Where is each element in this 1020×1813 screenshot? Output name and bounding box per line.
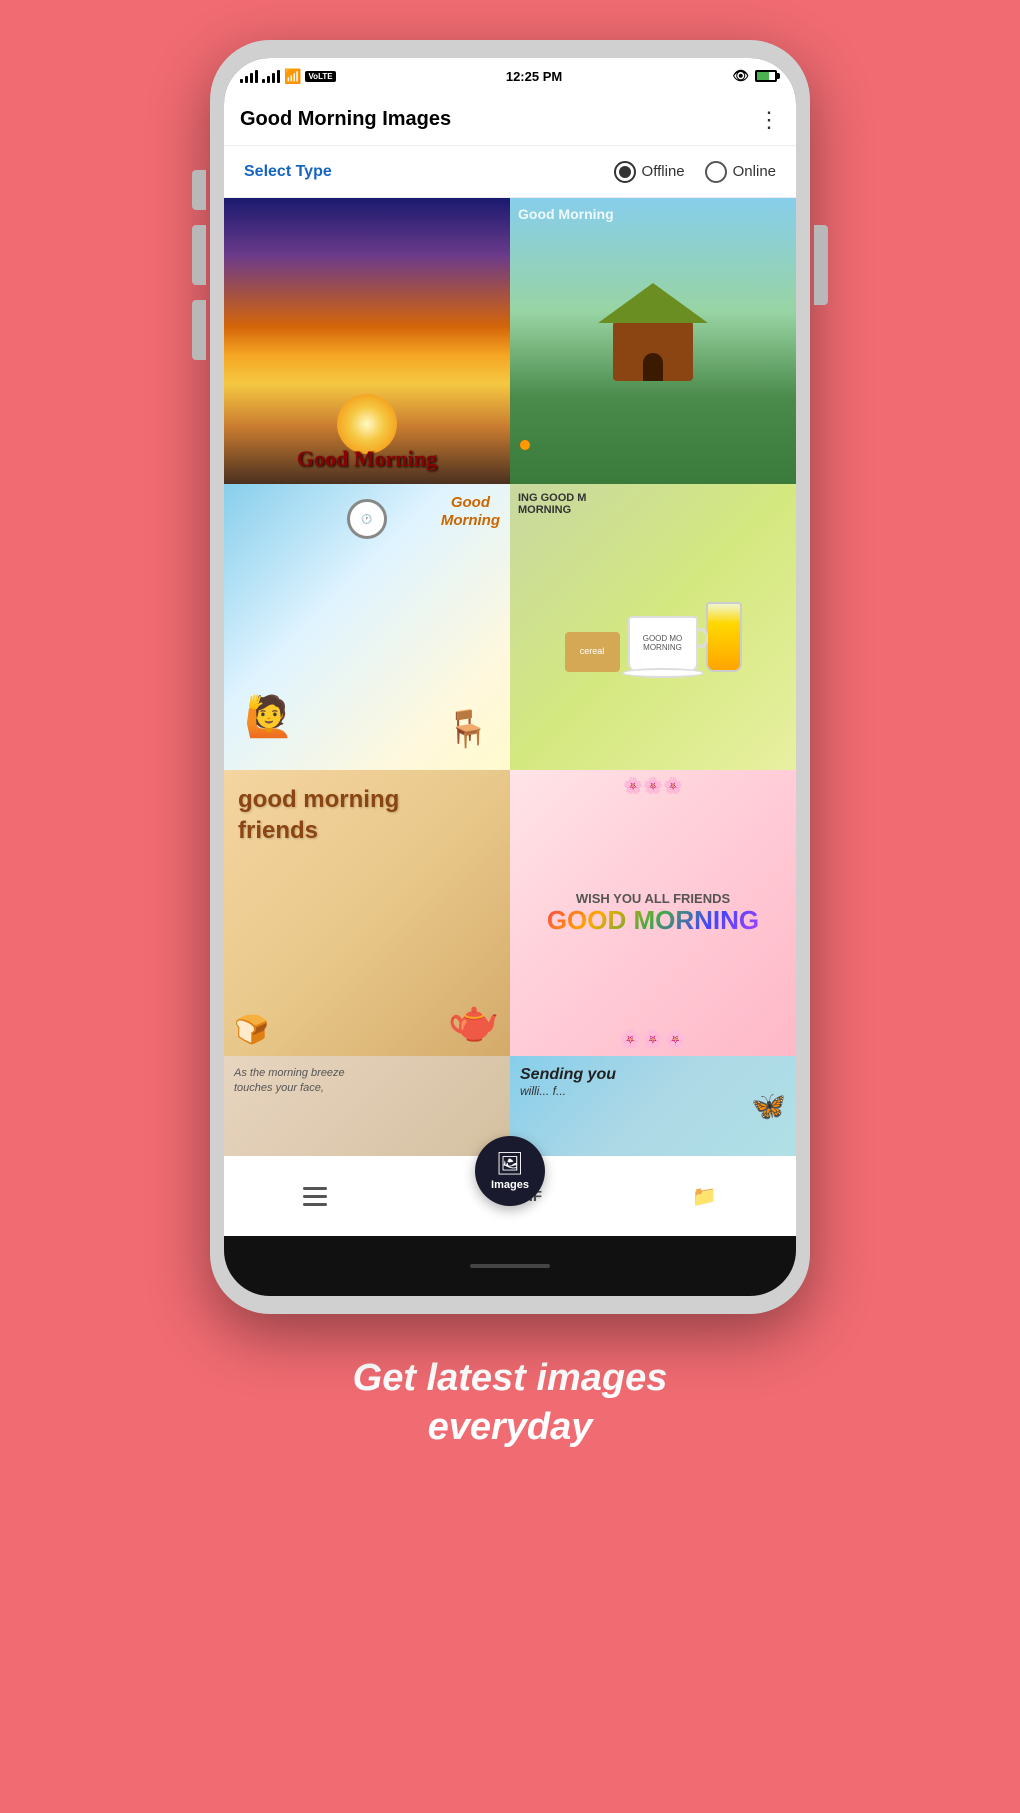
home-bar — [470, 1264, 550, 1268]
cottage-shape — [613, 321, 693, 381]
download-nav-button[interactable]: 📁 — [684, 1176, 725, 1217]
coffee-cup-text: ING GOOD MMORNING — [518, 492, 586, 516]
cartoon-clock: 🕐 — [347, 499, 387, 539]
cartoon-text-line1: Good — [451, 494, 490, 511]
offline-radio[interactable]: Offline — [614, 161, 685, 183]
cartoon-text-line2: Morning — [441, 512, 500, 529]
sending-sub: willi... f... — [520, 1084, 786, 1098]
online-radio-label: Online — [733, 163, 776, 180]
cartoon-image: 🕐 Good Morning 🙋 🪑 — [224, 484, 510, 770]
signal-bars-1 — [240, 70, 258, 83]
download-icon: 📁 — [692, 1186, 717, 1208]
hamburger-line-2 — [303, 1195, 327, 1198]
volume-up-button[interactable] — [192, 170, 206, 210]
breeze-line2: touches your face, — [234, 1082, 324, 1094]
phone-frame: 📶 VoLTE 12:25 PM 👁 Good Morning Image — [210, 40, 810, 1314]
status-left: 📶 VoLTE — [240, 68, 336, 85]
wish-image: 🌸🌸🌸 WISH YOU ALL FRIENDS GOOD MORNING 🌸🌸… — [510, 770, 796, 1056]
status-bar: 📶 VoLTE 12:25 PM 👁 — [224, 58, 796, 94]
volume-down-button[interactable] — [192, 225, 206, 285]
tagline-line2: everyday — [428, 1406, 593, 1448]
offline-radio-label: Offline — [642, 163, 685, 180]
wish-line2: GOOD MORNING — [547, 906, 759, 935]
image-cell-wish[interactable]: 🌸🌸🌸 WISH YOU ALL FRIENDS GOOD MORNING 🌸🌸… — [510, 770, 796, 1056]
image-cell-coffee[interactable]: ING GOOD MMORNING cereal GOOD MOMORNI — [510, 484, 796, 770]
sunrise-image: Good Morning — [224, 198, 510, 484]
wish-line1: WISH YOU ALL FRIENDS — [576, 891, 730, 906]
cottage-door — [643, 353, 663, 381]
friends-text-line2: friends — [238, 817, 318, 844]
butterfly-icon: 🦋 — [751, 1090, 786, 1123]
wish-bottom-flowers: 🌸🌸🌸 — [619, 1029, 686, 1050]
cottage-roof — [598, 283, 708, 323]
offline-radio-inner — [619, 166, 631, 178]
friends-teapot: 🫖 — [448, 997, 500, 1046]
images-fab-label: Images — [491, 1179, 529, 1191]
signal-bars-2 — [262, 70, 280, 83]
sending-image: Sending you willi... f... 🦋 — [510, 1056, 796, 1156]
friends-text: good morning friends — [238, 784, 399, 846]
breeze-line1: As the morning breeze — [234, 1067, 345, 1079]
app-bar: Good Morning Images ⋮ — [224, 94, 796, 146]
silent-button[interactable] — [192, 300, 206, 360]
battery-icon — [755, 70, 780, 82]
flower-3 — [520, 440, 530, 450]
online-radio[interactable]: Online — [705, 161, 776, 183]
power-button[interactable] — [814, 225, 828, 305]
online-radio-circle[interactable] — [705, 161, 727, 183]
image-cell-cartoon[interactable]: 🕐 Good Morning 🙋 🪑 — [224, 484, 510, 770]
tagline-line1: Get latest images — [353, 1357, 668, 1399]
breeze-image: As the morning breeze touches your face, — [224, 1056, 510, 1156]
phone-screen: 📶 VoLTE 12:25 PM 👁 Good Morning Image — [224, 58, 796, 1296]
hamburger-line-3 — [303, 1203, 327, 1206]
sunrise-text: Good Morning — [297, 446, 437, 472]
coffee-image: ING GOOD MMORNING cereal GOOD MOMORNI — [510, 484, 796, 770]
friends-text-line1: good morning — [238, 786, 399, 813]
cartoon-good-morning-text: Good Morning — [441, 494, 500, 530]
more-menu-button[interactable]: ⋮ — [758, 107, 780, 133]
friends-bread: 🍞 — [234, 1013, 269, 1046]
phone-outer: 📶 VoLTE 12:25 PM 👁 Good Morning Image — [210, 40, 810, 1314]
hamburger-menu-button[interactable] — [295, 1179, 335, 1214]
coffee-saucer — [622, 668, 704, 678]
type-selector: Select Type Offline Online — [224, 146, 796, 198]
tagline: Get latest images everyday — [293, 1354, 728, 1453]
image-cell-cottage[interactable]: Good Morning — [510, 198, 796, 484]
home-area — [224, 1236, 796, 1296]
bottom-nav: 🖼 Images GIF 📁 — [224, 1156, 796, 1236]
image-grid-container: Good Morning Good Morning — [224, 198, 796, 1296]
image-cell-friends[interactable]: good morning friends 🍞 🫖 — [224, 770, 510, 1056]
juice-glass — [706, 602, 742, 672]
sending-text: Sending you — [520, 1066, 786, 1084]
friends-image: good morning friends 🍞 🫖 — [224, 770, 510, 1056]
cartoon-chair: 🪑 — [445, 708, 490, 750]
offline-radio-circle[interactable] — [614, 161, 636, 183]
image-cell-sunrise[interactable]: Good Morning — [224, 198, 510, 484]
cottage-image: Good Morning — [510, 198, 796, 484]
status-right: 👁 — [732, 68, 780, 84]
cottage-watermark: Good Morning — [518, 206, 614, 222]
status-time: 12:25 PM — [506, 69, 562, 84]
eye-icon: 👁 — [732, 68, 749, 84]
hamburger-line-1 — [303, 1187, 327, 1190]
breeze-text: As the morning breeze touches your face, — [234, 1066, 500, 1097]
radio-group: Offline Online — [614, 161, 776, 183]
app-title: Good Morning Images — [240, 108, 451, 131]
image-grid: Good Morning Good Morning — [224, 198, 796, 1156]
volte-badge: VoLTE — [305, 71, 335, 82]
images-fab-button[interactable]: 🖼 Images — [475, 1136, 545, 1206]
cartoon-figure: 🙋 — [244, 693, 294, 740]
images-fab-icon: 🖼 — [496, 1151, 524, 1177]
image-cell-sending[interactable]: Sending you willi... f... 🦋 — [510, 1056, 796, 1156]
coffee-cup: GOOD MOMORNING — [628, 616, 698, 672]
wish-top-flowers: 🌸🌸🌸 — [623, 776, 683, 796]
select-type-label: Select Type — [244, 163, 332, 181]
coffee-handle — [696, 628, 708, 648]
image-cell-breeze[interactable]: As the morning breeze touches your face, — [224, 1056, 510, 1156]
wifi-icon: 📶 — [284, 68, 301, 85]
